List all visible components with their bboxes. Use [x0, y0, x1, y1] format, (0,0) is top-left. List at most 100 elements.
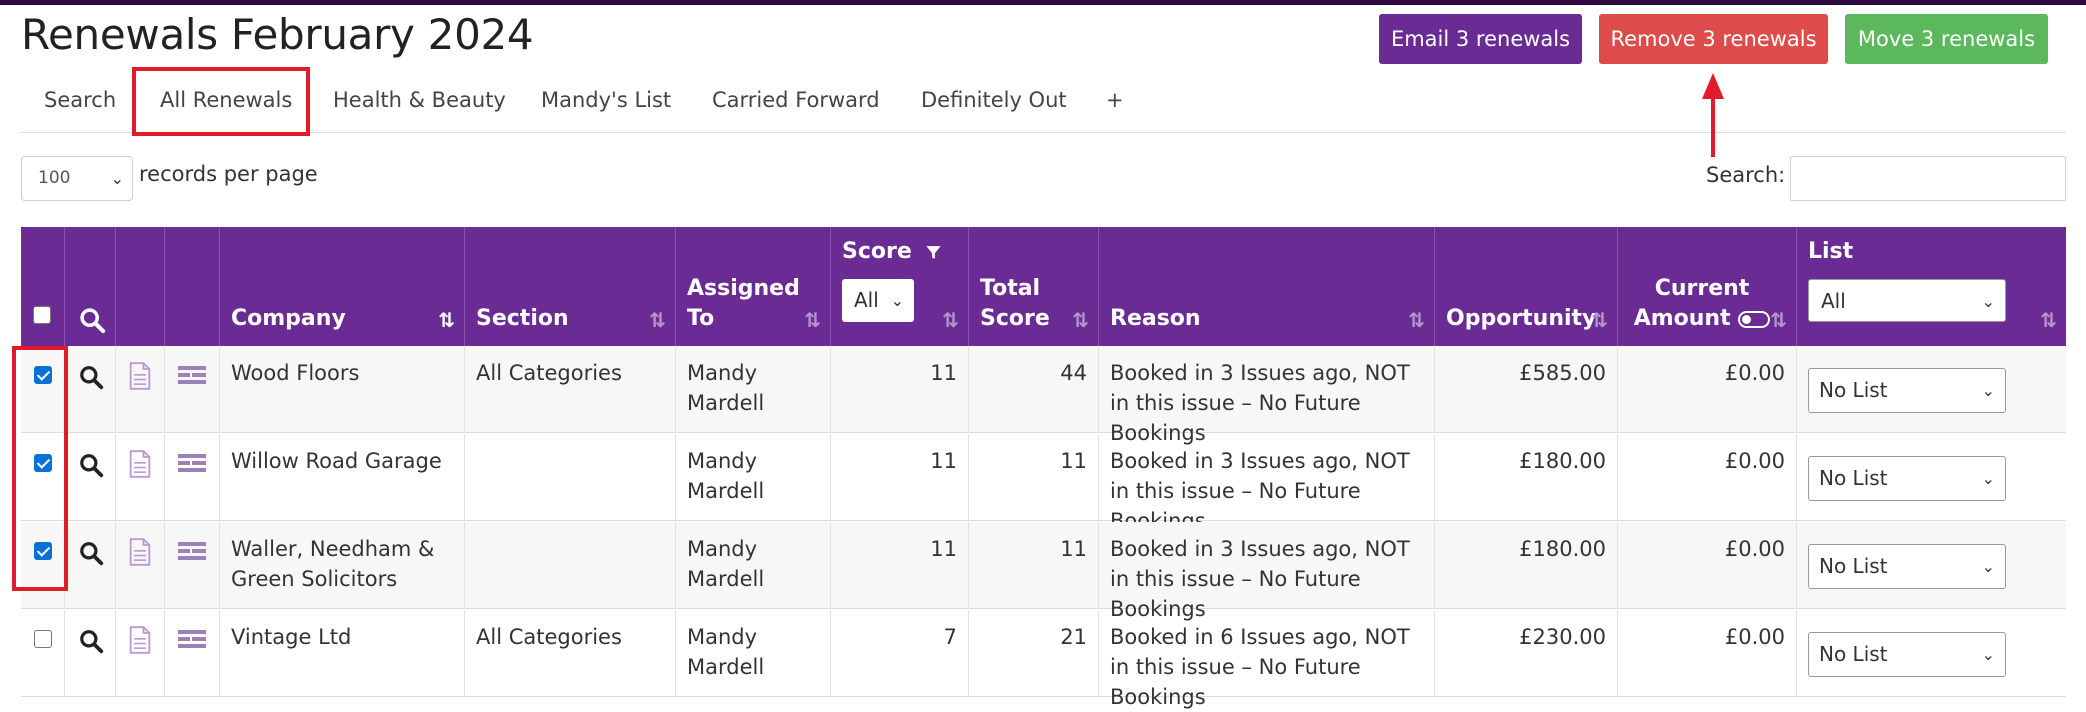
- cell-assigned-to: Mandy Mardell: [676, 346, 831, 433]
- select-all-checkbox[interactable]: [33, 306, 51, 324]
- highlight-box-tab: [132, 67, 310, 136]
- header-reason-label: Reason: [1110, 306, 1201, 331]
- cell-reason: Booked in 6 Issues ago, NOT in this issu…: [1099, 610, 1435, 709]
- cell-score: 11: [831, 522, 969, 609]
- header-opportunity[interactable]: Opportunity ⇅: [1435, 227, 1618, 346]
- cell-company: Waller, Needham & Green Solicitors: [220, 522, 465, 609]
- header-section[interactable]: Section ⇅: [465, 227, 676, 346]
- renewals-table: Company ⇅ Section ⇅ Assigned To ⇅ Score …: [21, 227, 2066, 712]
- toggle-switch[interactable]: [1738, 310, 1771, 328]
- header-list[interactable]: List All ⌄ ⇅: [1797, 227, 2066, 346]
- records-per-page-select[interactable]: 100 ⌄: [21, 156, 133, 201]
- cell-score-text: 7: [943, 625, 957, 649]
- tab-add[interactable]: +: [1106, 88, 1124, 112]
- row-list-value: No List: [1819, 378, 1888, 402]
- cell-details: [165, 434, 220, 521]
- list-filter-value: All: [1821, 289, 1846, 313]
- search-icon[interactable]: [78, 306, 106, 334]
- cell-current-amount-text: £0.00: [1724, 449, 1785, 473]
- header-company[interactable]: Company ⇅: [220, 227, 465, 346]
- header-notes: [116, 227, 165, 346]
- page-title: Renewals February 2024: [21, 10, 534, 59]
- cell-score: 11: [831, 434, 969, 521]
- cell-list: No List ⌄: [1797, 522, 2066, 609]
- table-row: Waller, Needham & Green Solicitors Mandy …: [21, 522, 2066, 621]
- header-total-score[interactable]: Total Score ⇅: [969, 227, 1099, 346]
- row-list-value: No List: [1819, 642, 1888, 666]
- annotation-arrow-line: [1711, 98, 1715, 157]
- filter-icon: [926, 246, 941, 259]
- cell-notes: [116, 346, 165, 433]
- cell-assigned-to-text: Mandy Mardell: [687, 361, 765, 415]
- cell-total-score-text: 44: [1060, 361, 1087, 385]
- cell-current-amount-text: £0.00: [1724, 361, 1785, 385]
- document-icon[interactable]: [128, 362, 152, 390]
- cell-details: [165, 610, 220, 697]
- cell-notes: [116, 434, 165, 521]
- row-list-select[interactable]: No List ⌄: [1808, 456, 2006, 501]
- header-current-amount[interactable]: Current Amount ⇅: [1618, 227, 1797, 346]
- cell-assigned-to-text: Mandy Mardell: [687, 625, 765, 679]
- row-list-value: No List: [1819, 466, 1888, 490]
- list-details-icon[interactable]: [177, 364, 207, 388]
- cell-total-score-text: 11: [1060, 537, 1087, 561]
- highlight-box-checkboxes: [12, 346, 68, 591]
- score-filter-select[interactable]: All ⌄: [842, 279, 914, 322]
- sort-icon: ⇅: [2040, 308, 2057, 332]
- tab-health-beauty[interactable]: Health & Beauty: [333, 88, 506, 112]
- cell-company: Vintage Ltd: [220, 610, 465, 697]
- header-company-label: Company: [231, 306, 346, 331]
- header-reason[interactable]: Reason ⇅: [1099, 227, 1435, 346]
- tab-carried-forward[interactable]: Carried Forward: [712, 88, 880, 112]
- sort-icon: ⇅: [1770, 308, 1787, 332]
- row-list-select[interactable]: No List ⌄: [1808, 544, 2006, 589]
- list-details-icon[interactable]: [177, 452, 207, 476]
- document-icon[interactable]: [128, 538, 152, 566]
- cell-score-text: 11: [930, 361, 957, 385]
- sort-icon: ⇅: [942, 308, 959, 332]
- records-per-page-label: records per page: [139, 162, 318, 186]
- search-icon[interactable]: [78, 452, 104, 478]
- row-list-select[interactable]: No List ⌄: [1808, 368, 2006, 413]
- chevron-down-icon: ⌄: [1981, 557, 1995, 576]
- row-checkbox[interactable]: [34, 630, 52, 648]
- search-icon[interactable]: [78, 628, 104, 654]
- header-assigned-to[interactable]: Assigned To ⇅: [676, 227, 831, 346]
- search-icon[interactable]: [78, 364, 104, 390]
- header-details: [165, 227, 220, 346]
- cell-assigned-to: Mandy Mardell: [676, 522, 831, 609]
- cell-current-amount: £0.00: [1618, 346, 1797, 433]
- cell-opportunity-text: £585.00: [1519, 361, 1606, 385]
- search-icon[interactable]: [78, 540, 104, 566]
- remove-renewals-button[interactable]: Remove 3 renewals: [1599, 14, 1828, 64]
- list-details-icon[interactable]: [177, 540, 207, 564]
- header-score[interactable]: Score All ⌄ ⇅: [831, 227, 969, 346]
- cell-list: No List ⌄: [1797, 434, 2066, 521]
- tab-bar: Search All Renewals Health & Beauty Mand…: [21, 70, 2066, 133]
- move-renewals-button[interactable]: Move 3 renewals: [1845, 14, 2048, 64]
- cell-opportunity: £230.00: [1435, 610, 1618, 697]
- list-filter-select[interactable]: All ⌄: [1808, 279, 2006, 322]
- chevron-down-icon: ⌄: [1981, 645, 1995, 664]
- header-select-all: [21, 227, 65, 346]
- header-list-label: List: [1808, 239, 1854, 264]
- tab-definitely-out[interactable]: Definitely Out: [921, 88, 1067, 112]
- cell-search: [65, 610, 116, 697]
- row-list-select[interactable]: No List ⌄: [1808, 632, 2006, 677]
- cell-search: [65, 522, 116, 609]
- list-details-icon[interactable]: [177, 628, 207, 652]
- cell-details: [165, 522, 220, 609]
- email-renewals-button[interactable]: Email 3 renewals: [1379, 14, 1582, 64]
- search-input[interactable]: [1790, 156, 2066, 201]
- document-icon[interactable]: [128, 450, 152, 478]
- search-label: Search:: [1706, 163, 1786, 187]
- cell-total-score: 11: [969, 434, 1099, 521]
- cell-reason: Booked in 3 Issues ago, NOT in this issu…: [1099, 346, 1435, 445]
- sort-icon: ⇅: [1072, 308, 1089, 332]
- cell-section: [465, 522, 676, 609]
- cell-search: [65, 346, 116, 433]
- tab-search[interactable]: Search: [44, 88, 116, 112]
- tab-mandys-list[interactable]: Mandy's List: [541, 88, 671, 112]
- document-icon[interactable]: [128, 626, 152, 654]
- chevron-down-icon: ⌄: [1981, 469, 1995, 488]
